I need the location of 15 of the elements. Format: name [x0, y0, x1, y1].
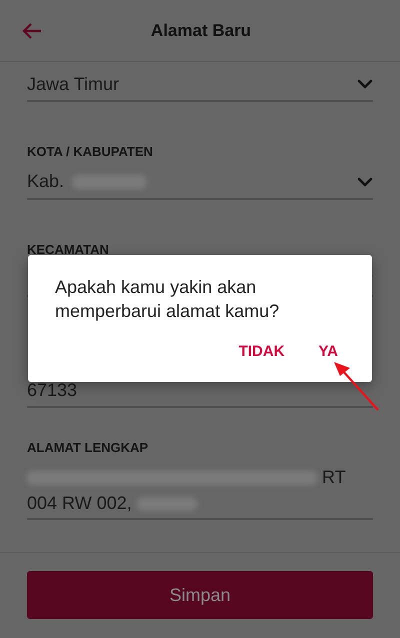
field-label: ALAMAT LENGKAP [27, 439, 150, 457]
page-title: Alamat Baru [150, 20, 252, 42]
dialog-button[interactable]: YA [308, 337, 348, 368]
dropdown-field[interactable]: Jawa Timur [27, 70, 373, 102]
dialog-message: Apakah kamu yakin akan memperbarui alamat kamu? [55, 276, 280, 323]
save-button[interactable]: Simpan [27, 571, 373, 619]
field-label: KOTA / KABUPATEN [27, 143, 154, 161]
address-field[interactable]: RT 004 RW 002, [27, 464, 373, 520]
chevron-down-icon [357, 176, 373, 186]
dropdown-field[interactable]: Kab. [27, 168, 373, 200]
back-icon[interactable] [22, 22, 42, 40]
dialog-button[interactable]: TIDAK [228, 337, 295, 368]
chevron-down-icon [357, 79, 373, 89]
field-label: KECAMATAN [27, 240, 110, 258]
annotation-arrow [334, 362, 379, 411]
